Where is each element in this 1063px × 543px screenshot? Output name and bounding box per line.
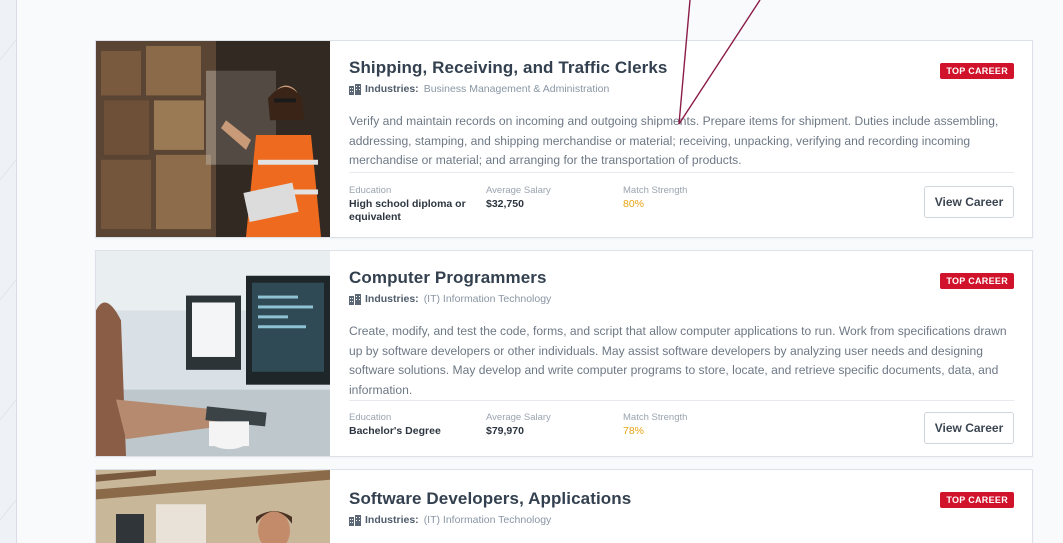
building-icon [349, 83, 361, 95]
education-label: Education [349, 185, 392, 196]
education-label: Education [349, 412, 392, 423]
career-card-body: Shipping, Receiving, and Traffic Clerks … [349, 41, 1014, 237]
career-image-programmer [96, 251, 330, 456]
industries-row: Industries: Business Management & Admini… [349, 83, 609, 95]
industries-value: Business Management & Administration [423, 83, 610, 95]
career-image-warehouse-worker [96, 41, 330, 237]
career-card: Computer Programmers Industries: (IT) In… [95, 250, 1033, 457]
career-title[interactable]: Software Developers, Applications [349, 489, 631, 509]
match-stat: Match Strength 78% [623, 412, 687, 438]
career-card: Software Developers, Applications Indust… [95, 469, 1033, 543]
career-description: Create, modify, and test the code, forms… [349, 324, 1007, 397]
career-card: Shipping, Receiving, and Traffic Clerks … [95, 40, 1033, 238]
top-career-badge: TOP CAREER [940, 63, 1014, 79]
industries-row: Industries: (IT) Information Technology [349, 514, 551, 526]
match-label: Match Strength [623, 412, 688, 423]
career-card-body: Software Developers, Applications Indust… [349, 470, 1014, 543]
education-value: High school diploma or equivalent [349, 198, 466, 223]
industries-label: Industries: [365, 293, 419, 305]
salary-label: Average Salary [486, 185, 551, 196]
industries-label: Industries: [365, 83, 419, 95]
salary-label: Average Salary [486, 412, 551, 423]
education-value: Bachelor's Degree [349, 425, 441, 437]
top-career-badge: TOP CAREER [940, 273, 1014, 289]
salary-stat: Average Salary $79,970 [486, 412, 551, 438]
career-description: Verify and maintain records on incoming … [349, 114, 999, 167]
match-stat: Match Strength 80% [623, 185, 687, 211]
salary-value: $79,970 [486, 425, 524, 437]
salary-value: $32,750 [486, 198, 524, 210]
divider [349, 172, 1014, 173]
building-icon [349, 293, 361, 305]
top-career-badge: TOP CAREER [940, 492, 1014, 508]
building-icon [349, 514, 361, 526]
industries-value: (IT) Information Technology [423, 293, 552, 305]
divider [349, 400, 1014, 401]
career-image-developer [96, 470, 330, 543]
view-career-button[interactable]: View Career [924, 412, 1014, 444]
match-value: 78% [623, 425, 645, 437]
education-stat: Education High school diploma or equival… [349, 185, 469, 224]
education-stat: Education Bachelor's Degree [349, 412, 469, 438]
industries-value: (IT) Information Technology [423, 514, 552, 526]
career-title[interactable]: Shipping, Receiving, and Traffic Clerks [349, 58, 667, 78]
match-value: 80% [623, 198, 645, 210]
career-card-body: Computer Programmers Industries: (IT) In… [349, 251, 1014, 456]
career-title[interactable]: Computer Programmers [349, 268, 547, 288]
match-label: Match Strength [623, 185, 688, 196]
industries-label: Industries: [365, 514, 419, 526]
salary-stat: Average Salary $32,750 [486, 185, 551, 211]
industries-row: Industries: (IT) Information Technology [349, 293, 551, 305]
view-career-button[interactable]: View Career [924, 186, 1014, 218]
